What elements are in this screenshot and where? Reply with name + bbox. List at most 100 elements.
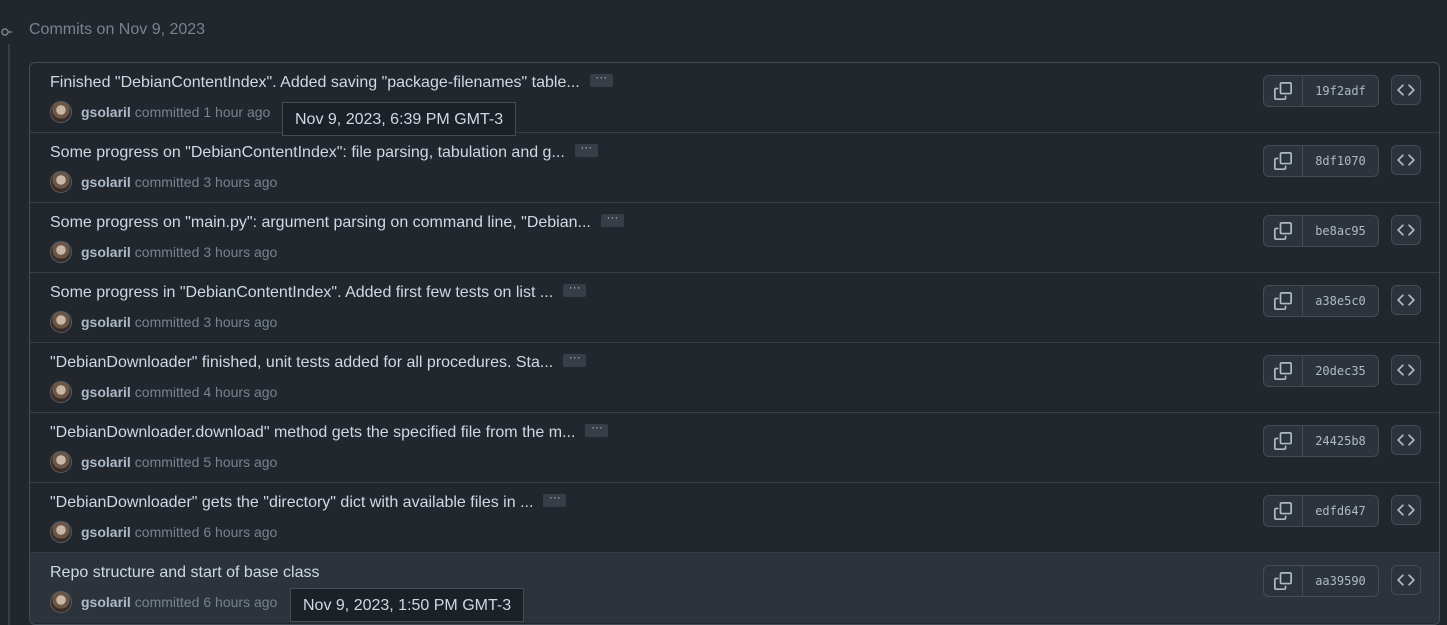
- commit-title-text: Repo structure and start of base class: [50, 564, 320, 581]
- commit-title-text: "DebianDownloader" finished, unit tests …: [50, 354, 554, 371]
- commit-sha-link[interactable]: 19f2adf: [1303, 76, 1378, 106]
- avatar[interactable]: [50, 171, 72, 193]
- commit-meta: gsolaril committed 3 hours ago: [50, 241, 277, 263]
- commit-verb: committed: [134, 454, 200, 470]
- copy-sha-button[interactable]: [1264, 566, 1303, 596]
- commit-row: "DebianDownloader.download" method gets …: [30, 413, 1439, 483]
- copy-sha-button[interactable]: [1264, 286, 1303, 316]
- commit-sha-link[interactable]: be8ac95: [1303, 216, 1378, 246]
- commit-title-text: Some progress on "main.py": argument par…: [50, 214, 591, 231]
- copy-sha-button[interactable]: [1264, 216, 1303, 246]
- relative-time[interactable]: 3 hours ago: [203, 314, 277, 330]
- author-link[interactable]: gsolaril: [81, 174, 131, 190]
- copy-icon: [1274, 432, 1292, 450]
- copy-icon: [1274, 362, 1292, 380]
- copy-sha-button[interactable]: [1264, 426, 1303, 456]
- commit-title-link[interactable]: Some progress on "DebianContentIndex": f…: [50, 141, 598, 162]
- browse-repo-button[interactable]: [1391, 215, 1421, 245]
- date-tooltip-last: Nov 9, 2023, 1:50 PM GMT-3: [290, 588, 525, 622]
- expand-message-button[interactable]: ···: [574, 141, 598, 158]
- relative-time[interactable]: 6 hours ago: [203, 594, 277, 610]
- commit-verb: committed: [134, 174, 200, 190]
- author-link[interactable]: gsolaril: [81, 314, 131, 330]
- expand-message-button[interactable]: ···: [585, 421, 609, 438]
- expand-message-button[interactable]: ···: [563, 351, 587, 368]
- commit-meta: gsolaril committed 3 hours ago: [50, 311, 277, 333]
- avatar[interactable]: [50, 381, 72, 403]
- sha-button-group: aa39590: [1263, 565, 1379, 597]
- commit-row: Repo structure and start of base class g…: [30, 553, 1439, 623]
- browse-repo-button[interactable]: [1391, 145, 1421, 175]
- commit-title-link[interactable]: Finished "DebianContentIndex". Added sav…: [50, 71, 613, 92]
- copy-sha-button[interactable]: [1264, 496, 1303, 526]
- code-icon: [1397, 81, 1415, 99]
- avatar[interactable]: [50, 311, 72, 333]
- sha-button-group: be8ac95: [1263, 215, 1379, 247]
- date-tooltip-first: Nov 9, 2023, 6:39 PM GMT-3: [282, 102, 517, 136]
- browse-repo-button[interactable]: [1391, 495, 1421, 525]
- relative-time[interactable]: 1 hour ago: [203, 104, 270, 120]
- commit-verb: committed: [134, 244, 200, 260]
- expand-message-button[interactable]: ···: [600, 211, 624, 228]
- commit-sha-link[interactable]: 20dec35: [1303, 356, 1378, 386]
- expand-message-button[interactable]: ···: [563, 281, 587, 298]
- code-icon: [1397, 221, 1415, 239]
- sha-button-group: edfd647: [1263, 495, 1379, 527]
- sha-button-group: 19f2adf: [1263, 75, 1379, 107]
- timeline-line: [8, 44, 10, 625]
- author-link[interactable]: gsolaril: [81, 104, 131, 120]
- author-link[interactable]: gsolaril: [81, 454, 131, 470]
- commit-title-link[interactable]: Some progress on "main.py": argument par…: [50, 211, 624, 232]
- avatar[interactable]: [50, 451, 72, 473]
- commit-sha-link[interactable]: aa39590: [1303, 566, 1378, 596]
- code-icon: [1397, 571, 1415, 589]
- commit-title-link[interactable]: Repo structure and start of base class: [50, 564, 319, 582]
- commit-meta: gsolaril committed 6 hours ago: [50, 521, 277, 543]
- browse-repo-button[interactable]: [1391, 425, 1421, 455]
- avatar[interactable]: [50, 521, 72, 543]
- expand-message-button[interactable]: ···: [589, 71, 613, 88]
- commit-sha-link[interactable]: 24425b8: [1303, 426, 1378, 456]
- commit-sha-link[interactable]: a38e5c0: [1303, 286, 1378, 316]
- author-link[interactable]: gsolaril: [81, 384, 131, 400]
- browse-repo-button[interactable]: [1391, 75, 1421, 105]
- commit-row: Finished "DebianContentIndex". Added sav…: [30, 63, 1439, 133]
- commit-row: Some progress in "DebianContentIndex". A…: [30, 273, 1439, 343]
- author-link[interactable]: gsolaril: [81, 524, 131, 540]
- copy-icon: [1274, 292, 1292, 310]
- copy-sha-button[interactable]: [1264, 76, 1303, 106]
- commit-meta: gsolaril committed 5 hours ago: [50, 451, 277, 473]
- browse-repo-button[interactable]: [1391, 355, 1421, 385]
- commit-title-link[interactable]: "DebianDownloader.download" method gets …: [50, 421, 609, 442]
- avatar[interactable]: [50, 241, 72, 263]
- browse-repo-button[interactable]: [1391, 565, 1421, 595]
- expand-message-button[interactable]: ···: [543, 491, 567, 508]
- commit-row: Some progress on "main.py": argument par…: [30, 203, 1439, 273]
- copy-sha-button[interactable]: [1264, 356, 1303, 386]
- author-link[interactable]: gsolaril: [81, 594, 131, 610]
- browse-repo-button[interactable]: [1391, 285, 1421, 315]
- commit-verb: committed: [134, 314, 200, 330]
- sha-button-group: 8df1070: [1263, 145, 1379, 177]
- sha-button-group: a38e5c0: [1263, 285, 1379, 317]
- avatar[interactable]: [50, 101, 72, 123]
- relative-time[interactable]: 5 hours ago: [203, 454, 277, 470]
- relative-time[interactable]: 3 hours ago: [203, 174, 277, 190]
- commit-sha-link[interactable]: 8df1070: [1303, 146, 1378, 176]
- code-icon: [1397, 361, 1415, 379]
- relative-time[interactable]: 4 hours ago: [203, 384, 277, 400]
- commit-group-heading: Commits on Nov 9, 2023: [29, 21, 206, 38]
- avatar[interactable]: [50, 591, 72, 613]
- commit-title-text: Finished "DebianContentIndex". Added sav…: [50, 74, 580, 91]
- code-icon: [1397, 151, 1415, 169]
- copy-sha-button[interactable]: [1264, 146, 1303, 176]
- author-link[interactable]: gsolaril: [81, 244, 131, 260]
- relative-time[interactable]: 3 hours ago: [203, 244, 277, 260]
- commit-verb: committed: [134, 524, 200, 540]
- commit-title-link[interactable]: Some progress in "DebianContentIndex". A…: [50, 281, 587, 302]
- commit-sha-link[interactable]: edfd647: [1303, 496, 1378, 526]
- commit-title-link[interactable]: "DebianDownloader" gets the "directory" …: [50, 491, 567, 512]
- relative-time[interactable]: 6 hours ago: [203, 524, 277, 540]
- commit-title-text: Some progress in "DebianContentIndex". A…: [50, 284, 554, 301]
- commit-title-link[interactable]: "DebianDownloader" finished, unit tests …: [50, 351, 587, 372]
